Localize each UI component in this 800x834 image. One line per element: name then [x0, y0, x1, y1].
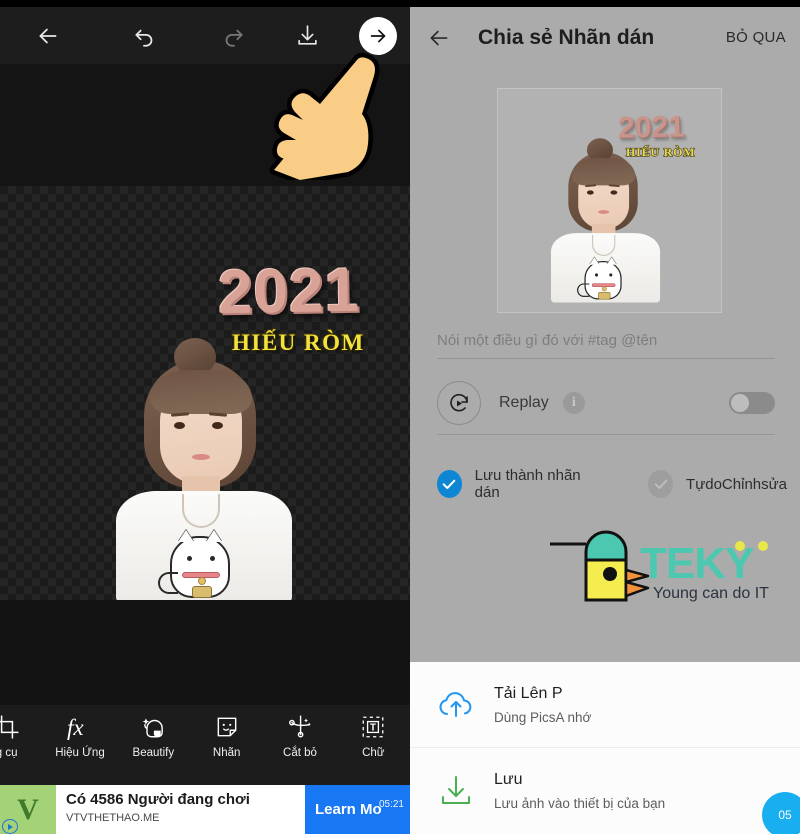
tool-label: Beautify: [132, 747, 175, 759]
caption-underline: [437, 358, 775, 359]
cloud-upload-icon: [436, 689, 494, 721]
tool-label: Hiệu Ứng: [55, 747, 105, 759]
ad-logo-letter: V: [17, 792, 39, 826]
page-title: Chia sẻ Nhãn dán: [478, 25, 655, 49]
sticker-preview[interactable]: 2021 HIẾU RÒM: [497, 88, 722, 313]
back-button[interactable]: [0, 7, 95, 64]
svg-text:fx: fx: [67, 715, 84, 740]
sheet-item-subtitle: Lưu ảnh vào thiết bị của bạn: [494, 795, 666, 811]
next-button[interactable]: [345, 7, 410, 64]
back-button[interactable]: [426, 25, 470, 51]
preview-subject-image: [546, 137, 661, 303]
ad-choices-icon[interactable]: [2, 819, 18, 834]
sheet-item-upload[interactable]: Tải Lên P Dùng PicsA nhớ: [410, 662, 800, 747]
cat-shirt-graphic: [158, 530, 230, 598]
subject-cutout-image: [108, 336, 308, 600]
ad-copy: Có 4586 Người đang chơi VTVTHETHAO.ME: [56, 785, 305, 834]
ad-cta-label: Learn Mo: [315, 801, 382, 818]
tool-label: Cắt bỏ: [283, 747, 317, 759]
sheet-item-save-texts: Lưu Lưu ảnh vào thiết bị của bạn: [494, 771, 665, 811]
checkbox-free-edit-label: TựdoChỉnhsửa: [686, 475, 788, 493]
ad-title: Có 4586 Người đang chơi: [66, 791, 250, 808]
ad-subtitle: VTVTHETHAO.ME: [66, 812, 160, 824]
undo-button[interactable]: [95, 7, 195, 64]
sheet-item-upload-texts: Tải Lên P Dùng PicsA nhớ: [494, 685, 591, 725]
caption-input[interactable]: [437, 332, 775, 358]
replay-toggle[interactable]: [729, 392, 775, 414]
caption-field-row: [437, 332, 775, 359]
status-bar-strip: [410, 0, 800, 7]
sheet-item-subtitle: Dùng PicsA nhớ: [494, 709, 592, 725]
replay-label: Replay: [499, 394, 549, 411]
share-action-sheet: Tải Lên P Dùng PicsA nhớ Lưu Lưu ảnh vào…: [410, 662, 800, 834]
sheet-item-title: Tải Lên P: [494, 684, 563, 702]
checkbox-free-edit[interactable]: [648, 470, 674, 498]
tool-item-nhan[interactable]: Nhãn: [190, 705, 263, 785]
year-overlay-text[interactable]: 2021: [217, 255, 360, 328]
dual-screenshot-composite: 2021 HIẾU RÒM g cụ fx Hiệu Ứng: [0, 0, 800, 834]
editor-bottom-toolbar: g cụ fx Hiệu Ứng Beautify: [0, 705, 410, 785]
redo-button[interactable]: [195, 7, 270, 64]
share-header: Chia sẻ Nhãn dán BỎ QUA: [410, 7, 800, 68]
ad-cta-button[interactable]: Learn Mo 05:21: [305, 785, 410, 834]
tool-label: g cụ: [0, 747, 18, 759]
replay-icon: [437, 381, 481, 425]
sheet-item-title: Lưu: [494, 770, 523, 788]
replay-divider: [437, 434, 775, 435]
name-overlay-text[interactable]: HIẾU RÒM: [231, 329, 365, 356]
next-arrow-icon: [358, 16, 397, 55]
skip-button[interactable]: BỎ QUA: [726, 29, 786, 46]
editor-canvas[interactable]: 2021 HIẾU RÒM: [0, 186, 410, 600]
tool-item-chu[interactable]: T Chữ: [337, 705, 410, 785]
tool-item-cat-bo[interactable]: Cắt bỏ: [263, 705, 336, 785]
tool-item-beautify[interactable]: Beautify: [117, 705, 190, 785]
tool-item-hieu-ung[interactable]: fx Hiệu Ứng: [43, 705, 116, 785]
tool-label: Chữ: [362, 747, 385, 759]
status-bar-strip: [0, 0, 410, 7]
svg-text:T: T: [370, 722, 376, 733]
svg-text:Young can do IT: Young can do IT: [653, 585, 769, 602]
ad-logo: V: [0, 785, 56, 834]
left-editor-screen: 2021 HIẾU RÒM g cụ fx Hiệu Ứng: [0, 0, 410, 834]
info-icon[interactable]: i: [562, 392, 585, 414]
teky-watermark: TEKY Young can do IT: [550, 530, 769, 602]
editor-top-toolbar: [0, 7, 410, 64]
checkbox-save-as-sticker[interactable]: [437, 470, 462, 498]
editor-lower-letterbox: [0, 600, 410, 705]
tool-label: Nhãn: [212, 747, 241, 759]
sheet-item-save[interactable]: Lưu Lưu ảnh vào thiết bị của bạn: [410, 748, 800, 833]
download-icon: [436, 774, 494, 808]
checkbox-save-as-sticker-label: Lưu thành nhãn dán: [474, 467, 581, 501]
ad-banner[interactable]: V Có 4586 Người đang chơi VTVTHETHAO.ME …: [0, 785, 410, 834]
corner-timer-badge[interactable]: 05: [762, 792, 800, 834]
tool-item-cong-cu[interactable]: g cụ: [0, 705, 43, 785]
download-button[interactable]: [270, 7, 345, 64]
replay-row[interactable]: Replay i: [437, 375, 775, 431]
preview-name-overlay: HIẾU RÒM: [625, 144, 696, 159]
share-sticker-screen: Chia sẻ Nhãn dán BỎ QUA 2021 HIẾU RÒM Nó…: [410, 0, 800, 834]
editor-upper-letterbox: [0, 64, 410, 186]
preview-year-overlay: 2021: [617, 110, 686, 145]
ad-timer: 05:21: [378, 799, 404, 810]
sticker-options-row: Lưu thành nhãn dán TựdoChỉnhsửa: [437, 462, 787, 506]
